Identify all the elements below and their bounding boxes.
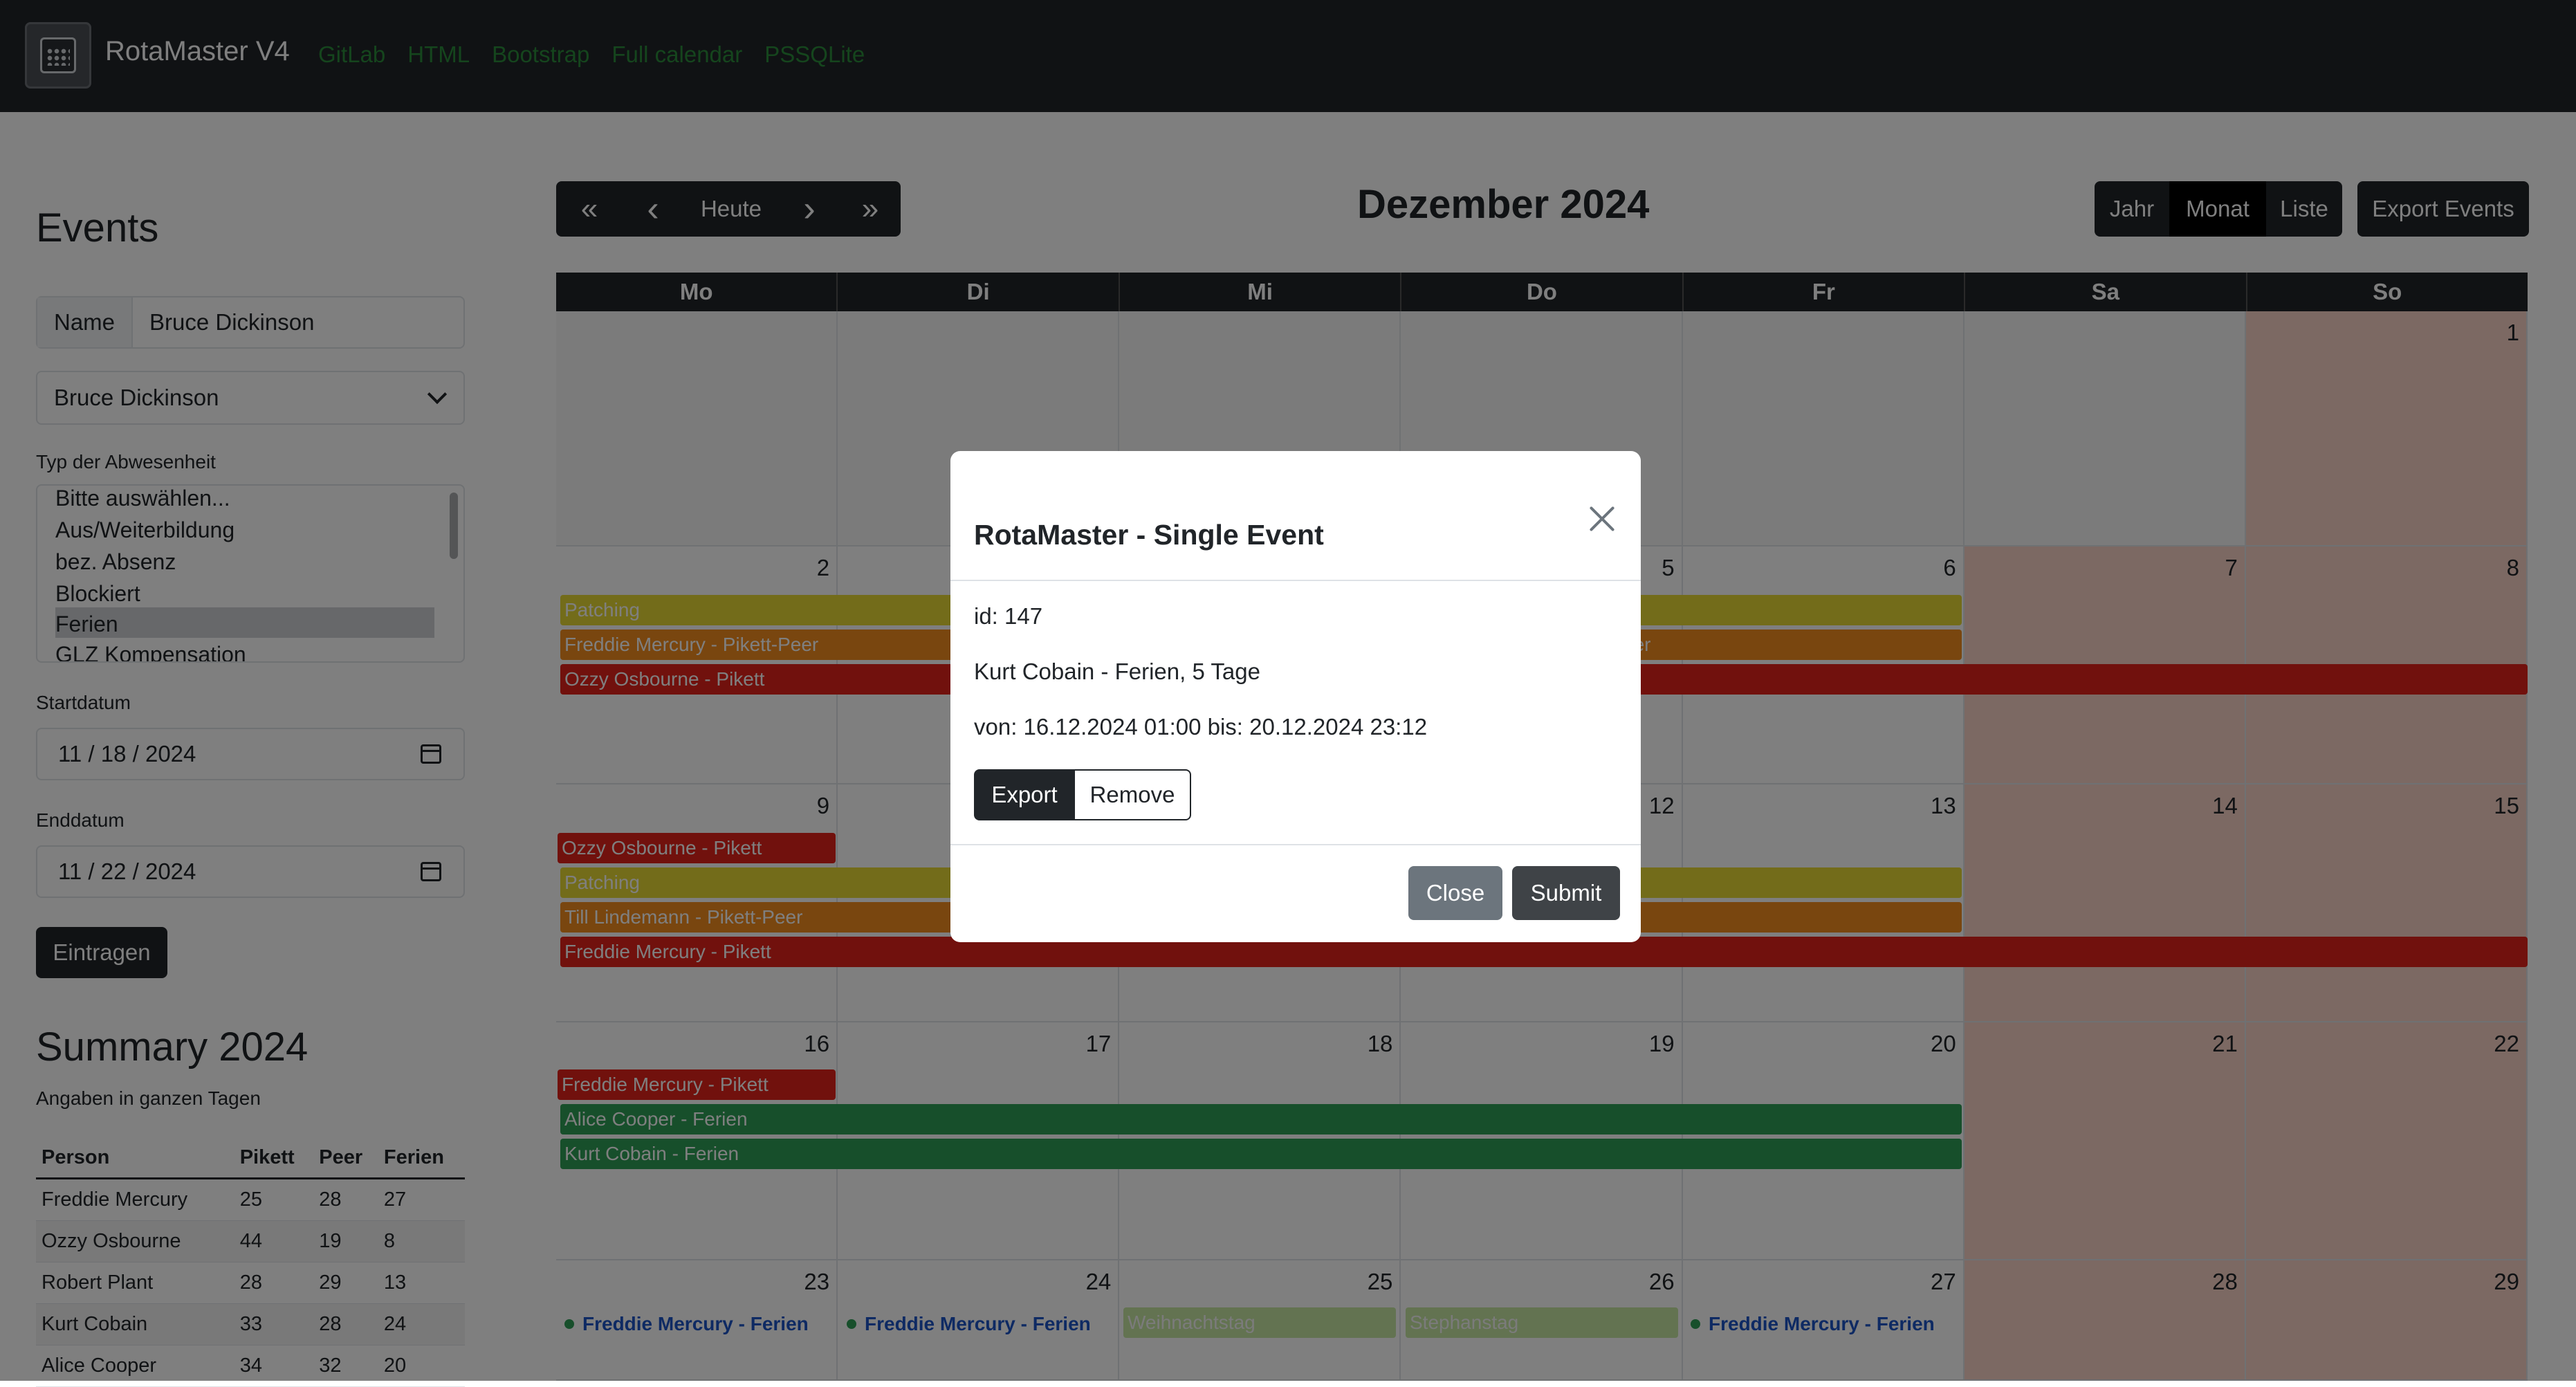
modal-divider: [950, 844, 1641, 845]
remove-button[interactable]: Remove: [1075, 769, 1191, 820]
event-summary: Kurt Cobain - Ferien, 5 Tage: [974, 659, 1260, 684]
submit-button[interactable]: Submit: [1512, 866, 1620, 920]
close-icon[interactable]: [1583, 499, 1621, 538]
close-button[interactable]: Close: [1408, 866, 1502, 920]
export-button[interactable]: Export: [974, 769, 1075, 820]
modal-title: RotaMaster - Single Event: [974, 519, 1324, 551]
event-date-range: von: 16.12.2024 01:00 bis: 20.12.2024 23…: [974, 714, 1428, 740]
event-modal: RotaMaster - Single Event id: 147 Kurt C…: [950, 451, 1641, 942]
modal-divider: [950, 580, 1641, 581]
event-id: id: 147: [974, 603, 1043, 629]
